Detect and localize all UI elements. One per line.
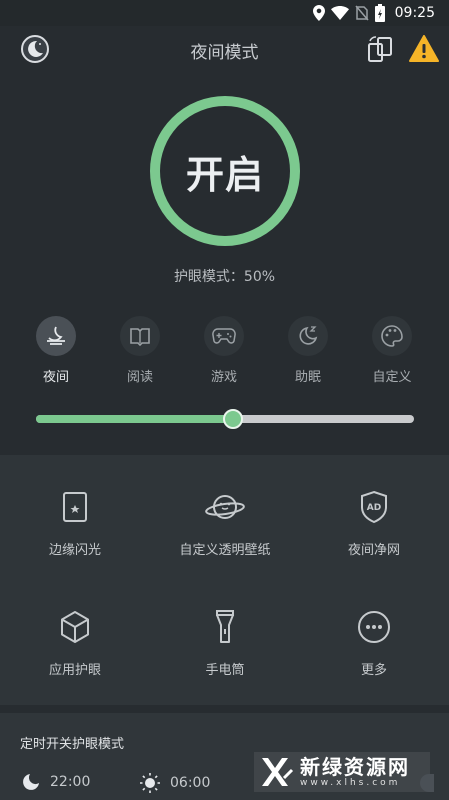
moon-icon: [21, 35, 49, 63]
watermark: 新绿资源网 www.xlhs.com: [254, 752, 430, 792]
brightness-slider[interactable]: [36, 409, 414, 429]
battery-charging-icon: [374, 4, 385, 22]
tool-label: 更多: [360, 663, 387, 678]
mode-label: 自定义: [372, 370, 412, 385]
location-icon: [312, 5, 325, 21]
palette-icon: [372, 316, 412, 356]
tool-night-clean[interactable]: AD 夜间净网: [299, 487, 449, 577]
mode-reading[interactable]: 阅读: [108, 316, 172, 386]
sleep-moon-icon: [288, 316, 328, 356]
cube-icon: [55, 607, 95, 647]
watermark-logo-icon: [262, 758, 294, 786]
slider-fill: [36, 415, 233, 423]
mode-label: 游戏: [210, 370, 237, 385]
eye-mode-text: 护眼模式：50%: [173, 269, 276, 285]
timer-start[interactable]: 22:00: [22, 773, 90, 791]
tool-label: 边缘闪光: [48, 543, 101, 558]
tool-label: 自定义透明壁纸: [179, 543, 271, 558]
tools-panel: 边缘闪光 自定义透明壁纸 AD 夜间净网 应用护眼 手电筒 更多: [0, 455, 449, 705]
warning-icon: [409, 35, 439, 62]
more-icon: [354, 607, 394, 647]
watermark-text: 新绿资源网: [300, 755, 410, 779]
timer-title: 定时开关护眼模式: [20, 737, 125, 752]
tool-more[interactable]: 更多: [299, 607, 449, 697]
ad-shield-icon: AD: [354, 487, 394, 527]
svg-text:AD: AD: [367, 503, 381, 513]
tool-custom-wallpaper[interactable]: 自定义透明壁纸: [150, 487, 300, 577]
mode-custom[interactable]: 自定义: [360, 316, 424, 386]
timer-start-time: 22:00: [50, 774, 91, 790]
timer-end[interactable]: 06:00: [140, 773, 210, 793]
slider-thumb[interactable]: [222, 409, 243, 429]
app-bar: 夜间模式: [0, 26, 449, 74]
mode-label: 助眠: [294, 370, 321, 385]
edge-flash-icon: [55, 487, 95, 527]
sun-icon: [140, 773, 160, 793]
book-icon: [120, 316, 160, 356]
mode-selector: 夜间 阅读 游戏 助眠 自定义: [14, 316, 434, 386]
power-label: 开启: [185, 152, 264, 197]
night-icon: [36, 316, 76, 356]
tool-flashlight[interactable]: 手电筒: [150, 607, 300, 697]
status-bar: 09:25: [0, 0, 449, 26]
wifi-icon: [330, 6, 349, 20]
tool-app-eye-care[interactable]: 应用护眼: [0, 607, 150, 697]
watermark-url: www.xlhs.com: [300, 778, 401, 788]
no-sim-icon: [355, 5, 369, 21]
screen-rotate-icon: [368, 36, 392, 62]
mode-game[interactable]: 游戏: [192, 316, 256, 386]
planet-face-icon: [205, 487, 245, 527]
mode-label: 夜间: [42, 370, 69, 385]
flashlight-icon: [205, 607, 245, 647]
timer-end-time: 06:00: [170, 775, 211, 791]
tool-label: 手电筒: [205, 663, 245, 678]
power-toggle-button[interactable]: 开启: [150, 96, 300, 246]
warning-button[interactable]: [409, 35, 439, 63]
status-time: 09:25: [394, 5, 435, 21]
tool-edge-flash[interactable]: 边缘闪光: [0, 487, 150, 577]
mode-night[interactable]: 夜间: [24, 316, 88, 386]
mode-sleep[interactable]: 助眠: [276, 316, 340, 386]
moon-icon: [23, 774, 39, 790]
mode-label: 阅读: [126, 370, 153, 385]
screen-rotate-button[interactable]: [366, 35, 394, 63]
moon-button[interactable]: [20, 34, 50, 64]
timer-toggle[interactable]: [420, 774, 434, 792]
gamepad-icon: [204, 316, 244, 356]
tool-label: 夜间净网: [347, 543, 400, 558]
tool-label: 应用护眼: [48, 663, 101, 678]
